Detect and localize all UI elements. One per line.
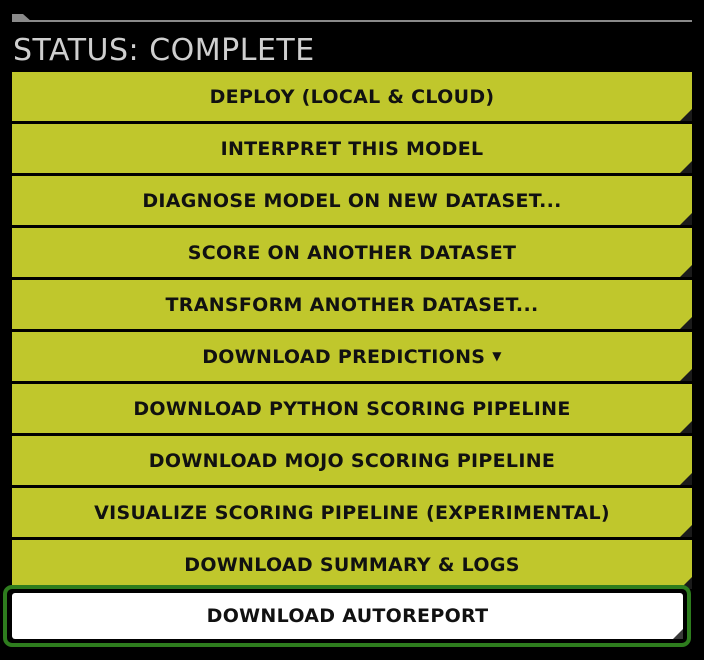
download-autoreport-button-label: DOWNLOAD AUTOREPORT	[206, 605, 489, 627]
transform-dataset-button[interactable]: TRANSFORM ANOTHER DATASET...	[12, 280, 692, 329]
visualize-pipeline-button[interactable]: VISUALIZE SCORING PIPELINE (EXPERIMENTAL…	[12, 488, 692, 537]
deploy-button[interactable]: DEPLOY (LOCAL & CLOUD)	[12, 72, 692, 121]
score-dataset-button[interactable]: SCORE ON ANOTHER DATASET	[12, 228, 692, 277]
download-summary-logs-button-label: DOWNLOAD SUMMARY & LOGS	[184, 553, 520, 576]
deploy-button-label: DEPLOY (LOCAL & CLOUD)	[209, 85, 495, 108]
download-python-pipeline-button-label: DOWNLOAD PYTHON SCORING PIPELINE	[133, 397, 571, 420]
download-python-pipeline-button[interactable]: DOWNLOAD PYTHON SCORING PIPELINE	[12, 384, 692, 433]
interpret-model-button[interactable]: INTERPRET THIS MODEL	[12, 124, 692, 173]
score-dataset-button-label: SCORE ON ANOTHER DATASET	[187, 241, 517, 264]
status-label: STATUS: COMPLETE	[13, 33, 315, 68]
header-divider	[12, 20, 692, 22]
download-mojo-pipeline-button[interactable]: DOWNLOAD MOJO SCORING PIPELINE	[12, 436, 692, 485]
download-summary-logs-button[interactable]: DOWNLOAD SUMMARY & LOGS	[12, 540, 692, 589]
download-predictions-button-label: DOWNLOAD PREDICTIONS	[202, 345, 486, 368]
caret-down-icon: ▼	[492, 348, 502, 363]
diagnose-model-button[interactable]: DIAGNOSE MODEL ON NEW DATASET...	[12, 176, 692, 225]
transform-dataset-button-label: TRANSFORM ANOTHER DATASET...	[165, 293, 539, 316]
visualize-pipeline-button-label: VISUALIZE SCORING PIPELINE (EXPERIMENTAL…	[94, 501, 610, 524]
download-predictions-button[interactable]: DOWNLOAD PREDICTIONS ▼	[12, 332, 692, 381]
download-mojo-pipeline-button-label: DOWNLOAD MOJO SCORING PIPELINE	[148, 449, 556, 472]
download-autoreport-button[interactable]: DOWNLOAD AUTOREPORT	[12, 593, 683, 639]
diagnose-model-button-label: DIAGNOSE MODEL ON NEW DATASET...	[142, 189, 562, 212]
autoreport-highlight: DOWNLOAD AUTOREPORT	[3, 585, 691, 647]
action-button-list: DEPLOY (LOCAL & CLOUD) INTERPRET THIS MO…	[12, 72, 692, 592]
interpret-model-button-label: INTERPRET THIS MODEL	[220, 137, 484, 160]
